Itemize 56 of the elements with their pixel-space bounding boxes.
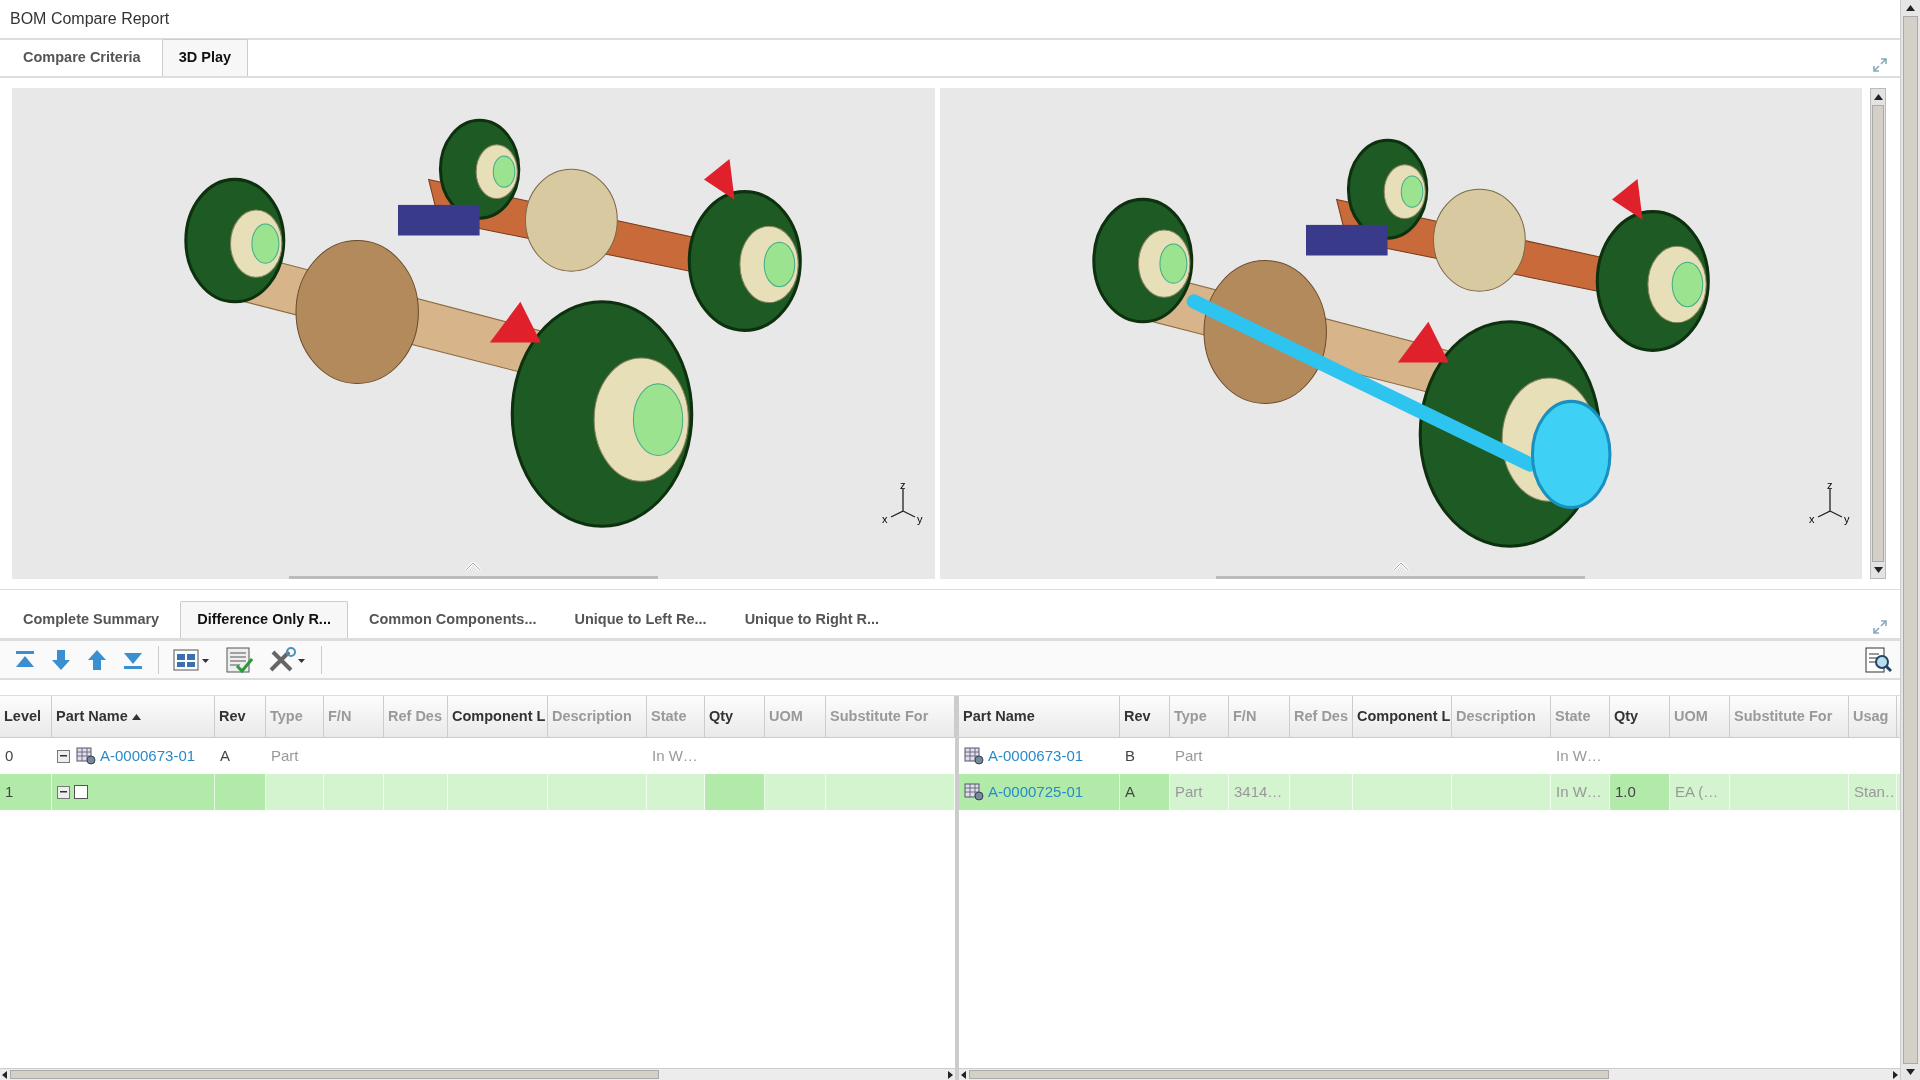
axis-label: z	[1827, 483, 1833, 491]
column-header[interactable]: Part Name	[56, 705, 128, 728]
tab[interactable]: Difference Only R...	[180, 601, 348, 638]
collapse-toggle[interactable]	[57, 749, 70, 763]
scroll-down-icon[interactable]	[1873, 567, 1883, 573]
table-cell: 3414…	[1229, 774, 1290, 810]
grid-layout-icon[interactable]	[173, 647, 211, 672]
axis-label: x	[1809, 513, 1815, 525]
window-title: BOM Compare Report	[0, 0, 1900, 40]
scrollbar-thumb[interactable]	[1903, 16, 1918, 1064]
checklist-icon[interactable]	[225, 645, 253, 674]
sort-ascending-icon[interactable]	[131, 713, 141, 720]
column-header[interactable]: Rev	[1120, 696, 1170, 737]
part-link[interactable]: A-0000673-01	[100, 744, 196, 768]
table-cell: Part	[1170, 774, 1229, 810]
scroll-up-icon[interactable]	[1906, 5, 1915, 11]
column-header[interactable]: Component L	[1353, 696, 1452, 737]
scrollbar-thumb[interactable]	[10, 1070, 660, 1079]
table-row[interactable]: 1	[0, 774, 955, 810]
axis-label: y	[1844, 513, 1850, 525]
scroll-up-icon[interactable]	[1873, 94, 1883, 100]
empty-checkbox[interactable]	[74, 785, 88, 799]
report-search-icon[interactable]	[1864, 645, 1892, 674]
table-cell: A	[1120, 774, 1170, 810]
arrow-down-icon[interactable]	[50, 647, 72, 672]
table-cell: Stan…	[1849, 774, 1897, 810]
axis-label: x	[881, 513, 887, 525]
3d-viewer[interactable]: z x y	[939, 88, 1862, 579]
part-icon	[76, 747, 96, 765]
tab[interactable]: 3D Play	[161, 39, 249, 76]
column-header[interactable]: Component L	[448, 696, 548, 737]
table-row[interactable]: A-0000725-01 A Part 3414… In W… 1.0 EA (… Stan…	[959, 774, 1900, 810]
column-header[interactable]: Level	[0, 696, 52, 737]
part-icon	[964, 747, 984, 765]
scrollbar-thumb[interactable]	[969, 1070, 1609, 1079]
table-cell: 1.0	[1610, 774, 1670, 810]
part-icon	[964, 783, 984, 801]
tab[interactable]: Unique to Right R...	[727, 601, 897, 638]
column-header[interactable]: Part Name	[959, 696, 1120, 737]
column-header[interactable]: Qty	[705, 696, 765, 737]
tab[interactable]: Common Components...	[351, 601, 554, 638]
scrollbar[interactable]	[1870, 88, 1886, 579]
table-cell: EA (…	[1670, 774, 1730, 810]
table-cell: 1	[0, 774, 52, 810]
scroll-down-icon[interactable]	[1906, 1069, 1915, 1075]
part-link[interactable]: A-0000673-01	[988, 744, 1084, 768]
tab[interactable]: Complete Summary	[6, 601, 177, 638]
3d-viewer[interactable]: z x y	[12, 88, 935, 579]
column-header[interactable]: Qty	[1610, 696, 1670, 737]
column-header[interactable]: Rev	[215, 696, 266, 737]
collapse-toggle[interactable]	[57, 785, 70, 799]
tools-icon[interactable]	[267, 645, 307, 674]
tab[interactable]: Compare Criteria	[6, 39, 158, 76]
tab[interactable]: Unique to Left Re...	[557, 601, 724, 638]
axis-label: z	[899, 483, 905, 491]
axis-label: y	[916, 513, 922, 525]
